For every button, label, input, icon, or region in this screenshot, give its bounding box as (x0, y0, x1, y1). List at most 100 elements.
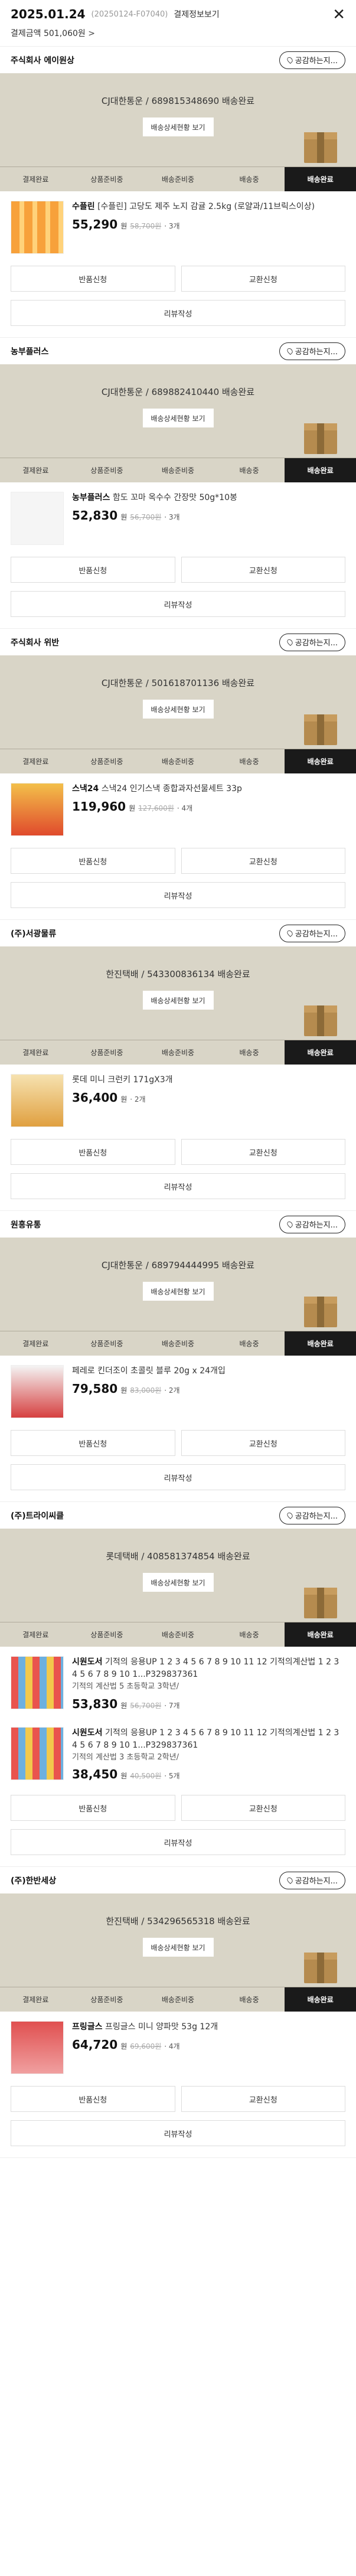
tracking-detail-button[interactable]: 배송상세현황 보기 (142, 1938, 214, 1957)
product-name: 프링글스 미니 양파맛 53g 12개 (104, 2022, 218, 2032)
return-request-button[interactable]: 반품신청 (11, 1139, 175, 1165)
product-thumbnail[interactable] (11, 2021, 64, 2074)
exchange-request-button[interactable]: 교환신청 (181, 848, 345, 874)
write-review-button[interactable]: 리뷰작성 (11, 2120, 345, 2146)
product-thumbnail[interactable] (11, 1656, 64, 1709)
won-unit: 원 (129, 804, 136, 812)
exchange-request-button[interactable]: 교환신청 (181, 1139, 345, 1165)
product-item[interactable]: 시원도서 기적의 응용UP 1 2 3 4 5 6 7 8 9 10 11 12… (0, 1647, 356, 1718)
return-request-button[interactable]: 반품신청 (11, 557, 175, 583)
jeonggo-button[interactable]: 공감하는지... (279, 1871, 345, 1889)
tracking-detail-button[interactable]: 배송상세현황 보기 (142, 1282, 214, 1301)
return-request-button[interactable]: 반품신청 (11, 2086, 175, 2112)
action-buttons: 반품신청 교환신청 (0, 848, 356, 874)
tracking-detail-button[interactable]: 배송상세현황 보기 (142, 1573, 214, 1592)
exchange-request-button[interactable]: 교환신청 (181, 2086, 345, 2112)
delivery-box-icon (304, 1297, 337, 1327)
product-thumbnail[interactable] (11, 201, 64, 254)
return-request-button[interactable]: 반품신청 (11, 1795, 175, 1821)
product-thumbnail[interactable] (11, 1365, 64, 1418)
write-review-button[interactable]: 리뷰작성 (11, 882, 345, 908)
write-review-button[interactable]: 리뷰작성 (11, 1829, 345, 1855)
map-pin-icon (286, 1511, 294, 1520)
product-item[interactable]: 롯데 미니 크런키 171gX3개 36,400 원 · 2개 (0, 1065, 356, 1132)
action-buttons: 반품신청 교환신청 (0, 1430, 356, 1456)
product-brand: 시원도서 (72, 1728, 103, 1738)
quantity: · 4개 (177, 804, 193, 812)
map-pin-icon (286, 1876, 294, 1885)
product-item[interactable]: 수플린 [수플린] 고당도 제주 노지 감귤 2.5kg (로얄과/11브릭스이… (0, 191, 356, 259)
write-review-button[interactable]: 리뷰작성 (11, 300, 345, 326)
action-buttons: 반품신청 교환신청 (0, 2086, 356, 2112)
exchange-request-button[interactable]: 교환신청 (181, 266, 345, 292)
product-item[interactable]: 시원도서 기적의 응용UP 1 2 3 4 5 6 7 8 9 10 11 12… (0, 1718, 356, 1788)
exchange-request-button[interactable]: 교환신청 (181, 1795, 345, 1821)
exchange-request-button[interactable]: 교환신청 (181, 557, 345, 583)
write-review-button[interactable]: 리뷰작성 (11, 591, 345, 617)
jeonggo-button[interactable]: 공감하는지... (279, 342, 345, 360)
delivery-step: 상품준비중 (90, 1340, 123, 1348)
price-row: 36,400 원 · 2개 (72, 1089, 345, 1106)
jeonggo-button[interactable]: 공감하는지... (279, 924, 345, 942)
delivery-step: 배송완료 (285, 458, 356, 482)
product-thumbnail[interactable] (11, 1074, 64, 1127)
write-review-button[interactable]: 리뷰작성 (11, 1464, 345, 1490)
tracking-detail-button[interactable]: 배송상세현황 보기 (142, 991, 214, 1010)
product-info: 농부플러스 함도 꼬마 옥수수 간장맛 50g*10봉 52,830 원 56,700… (72, 492, 345, 545)
jeonggo-button[interactable]: 공감하는지... (279, 51, 345, 69)
close-icon[interactable]: ✕ (332, 7, 345, 22)
return-request-button[interactable]: 반품신청 (11, 848, 175, 874)
tracking-detail-button[interactable]: 배송상세현황 보기 (142, 409, 214, 427)
product-item[interactable]: 페레로 킨더조이 초콜릿 블루 20g x 24개입 79,580 원 83,000원… (0, 1356, 356, 1423)
delivery-steps: 결제완료 상품준비중 배송준비중 배송중 배송완료 (0, 166, 356, 191)
jeonggo-button[interactable]: 공감하는지... (279, 633, 345, 651)
delivery-step: 결제완료 (22, 175, 49, 184)
product-info: 페레로 킨더조이 초콜릿 블루 20g x 24개입 79,580 원 83,000원… (72, 1365, 345, 1418)
sale-price: 64,720 (72, 2038, 118, 2052)
original-price: 40,500원 (130, 1772, 162, 1780)
tracking-panel: 롯데택배 / 408581374854 배송완료 배송상세현황 보기 결제완료 상품준… (0, 1529, 356, 1647)
delivery-step: 배송완료 (285, 1622, 356, 1647)
write-review-button[interactable]: 리뷰작성 (11, 1173, 345, 1199)
payment-info-link[interactable]: 결제정보보기 (174, 8, 219, 20)
return-request-button[interactable]: 반품신청 (11, 266, 175, 292)
product-item[interactable]: 농부플러스 함도 꼬마 옥수수 간장맛 50g*10봉 52,830 원 56,700… (0, 482, 356, 550)
jeonggo-button[interactable]: 공감하는지... (279, 1506, 345, 1524)
product-brand: 프링글스 (72, 2022, 103, 2032)
seller-name: 원흥유통 (11, 1220, 41, 1230)
product-option: 기적의 계산법 5 초등학교 3학년/ (72, 1682, 179, 1691)
order-header: 2025.01.24 (20250124-F07040) 결제정보보기 ✕ 결제… (0, 0, 356, 46)
delivery-steps: 결제완료 상품준비중 배송준비중 배송중 배송완료 (0, 458, 356, 482)
seller-row: 원흥유통 공감하는지... (0, 1211, 356, 1238)
return-request-button[interactable]: 반품신청 (11, 1430, 175, 1456)
tracking-panel: CJ대한통운 / 689882410440 배송완료 배송상세현황 보기 결제완료 상… (0, 364, 356, 482)
seller-row: 주식회사 위반 공감하는지... (0, 629, 356, 655)
product-info: 시원도서 기적의 응용UP 1 2 3 4 5 6 7 8 9 10 11 12… (72, 1727, 345, 1784)
section-divider (0, 617, 356, 629)
sale-price: 53,830 (72, 1696, 118, 1711)
action-buttons: 반품신청 교환신청 (0, 557, 356, 583)
exchange-request-button[interactable]: 교환신청 (181, 1430, 345, 1456)
section-divider (0, 1490, 356, 1502)
sale-price: 79,580 (72, 1382, 118, 1396)
delivery-step: 배송준비중 (161, 758, 195, 766)
shipment-section: 원흥유통 공감하는지... CJ대한통운 / 689794444995 배송완료 배송… (0, 1211, 356, 1502)
tracking-detail-button[interactable]: 배송상세현황 보기 (142, 700, 214, 719)
product-thumbnail[interactable] (11, 783, 64, 836)
delivery-box-icon (304, 423, 337, 454)
shipment-section: 농부플러스 공감하는지... CJ대한통운 / 689882410440 배송완료 배… (0, 338, 356, 629)
delivery-step: 배송준비중 (161, 1996, 195, 2004)
tracking-panel: 한진택배 / 543300836134 배송완료 배송상세현황 보기 결제완료 상품준… (0, 946, 356, 1065)
product-item[interactable]: 스낵24 스낵24 인기스낵 종합과자선물세트 33p 119,960 원 127,6… (0, 773, 356, 841)
product-item[interactable]: 프링글스 프링글스 미니 양파맛 53g 12개 64,720 원 69,600원 · … (0, 2012, 356, 2079)
delivery-step: 상품준비중 (90, 175, 123, 184)
jeonggo-button[interactable]: 공감하는지... (279, 1215, 345, 1233)
tracking-detail-button[interactable]: 배송상세현황 보기 (142, 117, 214, 136)
quantity: · 5개 (164, 1772, 180, 1780)
delivery-box-icon (304, 1953, 337, 1983)
payment-total[interactable]: 결제금액 501,060원 > (11, 27, 345, 39)
product-thumbnail[interactable] (11, 1726, 64, 1780)
delivery-step: 배송중 (239, 175, 259, 184)
product-thumbnail[interactable] (11, 492, 64, 545)
delivery-step: 상품준비중 (90, 1996, 123, 2004)
